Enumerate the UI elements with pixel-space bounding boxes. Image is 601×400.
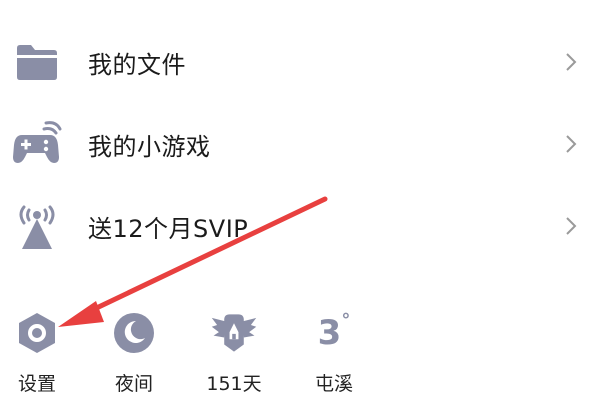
night-mode-button[interactable]: 夜间 [94, 305, 174, 400]
menu-item-my-mini-games[interactable]: 我的小游戏 [0, 109, 601, 179]
menu-item-label: 我的小游戏 [88, 132, 211, 161]
chevron-right-icon [563, 132, 579, 156]
gear-hexagon-icon [13, 309, 61, 357]
menu-item-label: 我的文件 [88, 50, 186, 79]
menu-item-my-files[interactable]: 我的文件 [0, 27, 601, 97]
broadcast-tower-icon [12, 201, 62, 251]
days-badge-button[interactable]: 151天 [194, 305, 274, 400]
weather-button[interactable]: 3° 屯溪 [294, 305, 374, 400]
degree-symbol: ° [341, 309, 351, 331]
weather-temperature: 3° [310, 309, 358, 357]
settings-label: 设置 [17, 373, 56, 395]
days-label: 151天 [206, 373, 262, 395]
settings-button[interactable]: 设置 [0, 305, 77, 400]
moon-icon [110, 309, 158, 357]
bottom-toolbar: 设置 夜间 151天 3° 屯溪 [0, 305, 601, 400]
folder-icon [12, 37, 62, 87]
night-mode-label: 夜间 [114, 373, 153, 395]
temperature-value: 3 [317, 313, 342, 353]
chevron-right-icon [563, 214, 579, 238]
menu-item-label: 送12个月SVIP [88, 214, 249, 243]
winged-badge-icon [210, 309, 258, 357]
chevron-right-icon [563, 50, 579, 74]
weather-location-label: 屯溪 [314, 373, 353, 395]
menu-item-svip-gift[interactable]: 送12个月SVIP [0, 191, 601, 261]
profile-menu-screen: 我的文件 我的小游戏 送12个月SVIP 设置 夜间 151天 3° 屯溪 [0, 0, 601, 400]
gamepad-icon [12, 119, 62, 169]
